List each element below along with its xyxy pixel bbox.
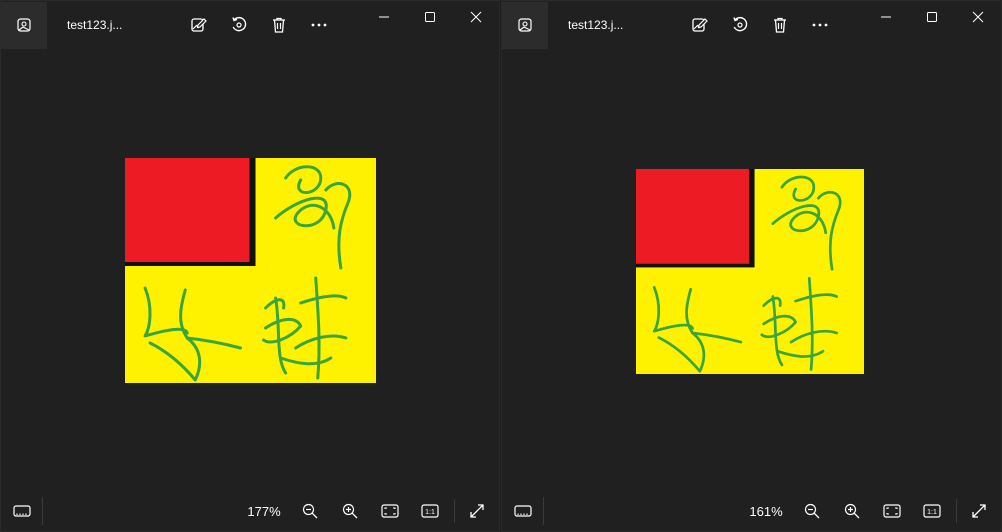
zoom-level[interactable]: 161% bbox=[744, 504, 788, 519]
edit-image-icon[interactable] bbox=[680, 9, 720, 41]
more-options-icon[interactable] bbox=[299, 9, 339, 41]
photo-image[interactable] bbox=[636, 169, 864, 374]
window-controls bbox=[361, 1, 499, 33]
trash-icon[interactable] bbox=[259, 9, 299, 41]
actual-size-icon[interactable]: 1:1 bbox=[410, 495, 450, 527]
status-bar: 161% 1:1 bbox=[502, 491, 1001, 531]
image-canvas[interactable] bbox=[1, 49, 499, 491]
rotate-icon[interactable] bbox=[219, 9, 259, 41]
actual-size-icon[interactable]: 1:1 bbox=[912, 495, 952, 527]
photo-image-content bbox=[125, 158, 376, 383]
close-icon[interactable] bbox=[453, 1, 499, 33]
photos-window-left: test123.j... 177% 1:1 bbox=[0, 0, 500, 532]
minimize-icon[interactable] bbox=[863, 1, 909, 33]
desktop: test123.j... 177% 1:1 test123.j... 161% … bbox=[0, 0, 1002, 532]
filmstrip-icon[interactable] bbox=[502, 497, 544, 525]
zoom-in-icon[interactable] bbox=[330, 495, 370, 527]
full-screen-icon[interactable] bbox=[459, 495, 495, 527]
close-icon[interactable] bbox=[955, 1, 1001, 33]
title-bar[interactable]: test123.j... bbox=[502, 1, 1001, 49]
more-options-icon[interactable] bbox=[800, 9, 840, 41]
image-canvas[interactable] bbox=[502, 49, 1001, 491]
actual-size-label: 1:1 bbox=[425, 509, 435, 516]
status-divider bbox=[454, 499, 455, 523]
toolbar bbox=[680, 9, 840, 41]
minimize-icon[interactable] bbox=[361, 1, 407, 33]
photo-image-content bbox=[636, 169, 864, 374]
window-controls bbox=[863, 1, 1001, 33]
filmstrip-icon[interactable] bbox=[1, 497, 43, 525]
title-bar[interactable]: test123.j... bbox=[1, 1, 499, 49]
photo-image[interactable] bbox=[125, 158, 376, 383]
zoom-out-icon[interactable] bbox=[792, 495, 832, 527]
photos-window-right: test123.j... 161% 1:1 bbox=[501, 0, 1002, 532]
fit-to-window-icon[interactable] bbox=[872, 495, 912, 527]
maximize-icon[interactable] bbox=[407, 1, 453, 33]
status-bar: 177% 1:1 bbox=[1, 491, 499, 531]
full-screen-icon[interactable] bbox=[961, 495, 997, 527]
photos-app-icon[interactable] bbox=[1, 1, 47, 49]
maximize-icon[interactable] bbox=[909, 1, 955, 33]
trash-icon[interactable] bbox=[760, 9, 800, 41]
fit-to-window-icon[interactable] bbox=[370, 495, 410, 527]
photos-app-icon[interactable] bbox=[502, 1, 548, 49]
actual-size-label: 1:1 bbox=[927, 509, 937, 516]
status-divider bbox=[956, 499, 957, 523]
zoom-in-icon[interactable] bbox=[832, 495, 872, 527]
toolbar bbox=[179, 9, 339, 41]
edit-image-icon[interactable] bbox=[179, 9, 219, 41]
zoom-level[interactable]: 177% bbox=[242, 504, 286, 519]
file-name: test123.j... bbox=[568, 18, 624, 32]
file-name: test123.j... bbox=[67, 18, 123, 32]
rotate-icon[interactable] bbox=[720, 9, 760, 41]
zoom-out-icon[interactable] bbox=[290, 495, 330, 527]
